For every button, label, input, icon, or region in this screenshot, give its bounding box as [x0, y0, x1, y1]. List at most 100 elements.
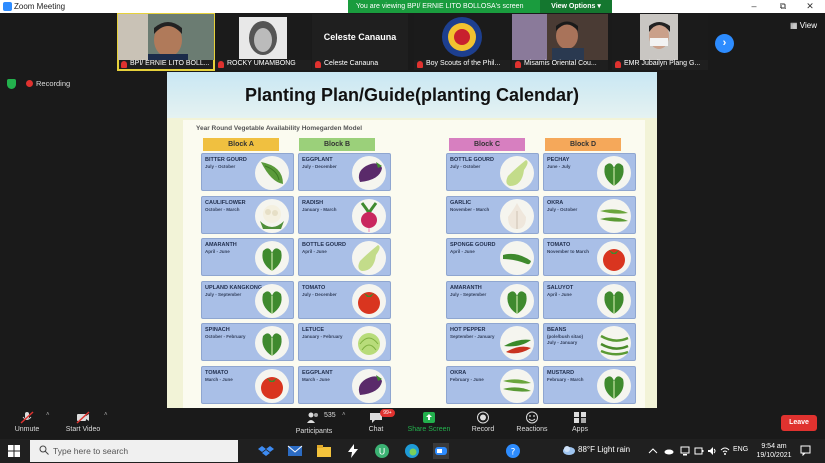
language-indicator[interactable]: ENG	[733, 446, 748, 453]
participant-tile[interactable]: BPI/ ERNIE LITO BOLL...	[117, 13, 215, 71]
minimize-icon[interactable]: –	[742, 0, 766, 13]
vegetable-picture	[500, 284, 534, 318]
chevron-up-icon[interactable]	[648, 446, 658, 456]
circle-app-icon[interactable]: U	[374, 443, 390, 459]
next-page-arrow-icon[interactable]: ›	[715, 34, 734, 53]
meeting-toolbar: Unmute ˄ Start Video ˄ 535 Participants …	[0, 408, 825, 438]
clock-time: 9:54 am	[761, 443, 787, 450]
caret-up-icon[interactable]: ˄	[104, 412, 108, 418]
slide-header: Planting Plan/Guide(planting Calendar)	[167, 72, 657, 118]
battery-icon[interactable]	[694, 446, 704, 456]
close-icon[interactable]: ✕	[798, 0, 822, 13]
tomato-icon	[603, 249, 625, 271]
planting-period: July - December	[302, 164, 337, 169]
vegetable-picture	[352, 199, 386, 233]
zoom-taskbar-icon[interactable]	[433, 443, 449, 459]
windows-start-icon[interactable]	[8, 445, 20, 457]
participant-display-name: Celeste Canauna	[323, 32, 397, 42]
share-banner-message: You are viewing BPI/ ERNIE LITO BOLLOSA'…	[356, 3, 524, 10]
eggplant-icon	[358, 375, 382, 395]
vegetable-card: SPONGE GOURD April - June	[446, 238, 539, 276]
record-button[interactable]: Record	[468, 408, 498, 438]
vegetable-picture	[255, 241, 289, 275]
bottlegourd-icon	[358, 245, 380, 271]
unmute-label: Unmute	[14, 426, 40, 433]
vegetable-picture	[597, 369, 631, 403]
slide-title: Planting Plan/Guide(planting Calendar)	[244, 85, 580, 105]
lettuce-icon	[358, 333, 380, 355]
recording-dot-icon	[26, 80, 33, 87]
leafy-icon	[262, 248, 282, 271]
radish-icon	[360, 202, 378, 232]
chat-unread-badge: 99+	[380, 409, 395, 417]
vegetable-card: BEANS (pole/bush sitao) July - January	[543, 323, 636, 361]
leafy-icon	[604, 376, 624, 399]
vegetable-name: GARLIC	[450, 200, 472, 206]
participant-tile[interactable]: EMR Jubailyn Plang G...	[612, 14, 708, 70]
view-button[interactable]: ▦ View	[790, 21, 817, 30]
search-icon	[39, 445, 49, 455]
vegetable-name: SALUYOT	[547, 285, 574, 291]
vegetable-card: BOTTLE GOURD July - October	[446, 153, 539, 191]
vegetable-picture	[255, 199, 289, 233]
vegetable-picture	[352, 284, 386, 318]
vegetable-picture	[255, 156, 289, 190]
share-screen-button[interactable]: Share Screen	[405, 408, 453, 438]
leafy-icon	[262, 333, 282, 356]
vegetable-picture	[352, 326, 386, 360]
caret-up-icon[interactable]: ˄	[46, 412, 50, 418]
view-options-button[interactable]: View Options ▾	[540, 0, 612, 13]
share-screen-label: Share Screen	[407, 426, 451, 433]
planting-period: July - January	[547, 340, 578, 345]
participant-tile[interactable]: ROCKY UMAMBONG	[215, 14, 311, 70]
security-shield-icon[interactable]	[7, 79, 16, 89]
weather-cloud-icon[interactable]	[562, 443, 576, 457]
vegetable-name: BOTTLE GOURD	[450, 157, 494, 163]
planting-period: July - September	[205, 292, 242, 297]
video-off-icon	[76, 411, 90, 424]
participant-name: EMR Jubailyn Plang G...	[624, 60, 701, 67]
vegetable-card: EGGPLANT July - December	[298, 153, 391, 191]
weather-text[interactable]: 88°F Light rain	[578, 445, 630, 454]
restore-icon[interactable]: ⧉	[771, 0, 795, 13]
vegetable-card: OKRA July - October	[543, 196, 636, 234]
chat-label: Chat	[368, 426, 384, 433]
vegetable-picture	[352, 369, 386, 403]
vegetable-name: RADISH	[302, 200, 324, 206]
zoom-logo-icon	[3, 2, 12, 11]
file-explorer-icon[interactable]	[316, 443, 332, 459]
vegetable-name: UPLAND KANGKONG	[205, 285, 263, 291]
unmute-button[interactable]: Unmute ˄	[8, 408, 50, 438]
lightning-app-icon[interactable]	[345, 443, 361, 459]
mail-icon[interactable]	[287, 443, 303, 459]
start-video-button[interactable]: Start Video ˄	[60, 408, 108, 438]
planting-period: October - March	[205, 207, 240, 212]
participant-photo	[215, 14, 311, 60]
taskbar-search-input[interactable]: Type here to search	[30, 440, 238, 462]
vegetable-card: AMARANTH April - June	[201, 238, 294, 276]
beans-icon	[600, 334, 629, 356]
notifications-icon[interactable]	[800, 445, 811, 456]
network-icon[interactable]	[680, 446, 690, 456]
planting-period: June - July	[547, 164, 571, 169]
participant-tile[interactable]: Boy Scouts of the Phil...	[414, 14, 510, 70]
apps-button[interactable]: Apps	[567, 408, 593, 438]
wifi-icon[interactable]	[720, 446, 730, 456]
volume-icon[interactable]	[707, 446, 717, 456]
caret-up-icon[interactable]: ˄	[342, 412, 346, 418]
muted-mic-icon	[20, 411, 34, 424]
participants-button[interactable]: 535 Participants ˄	[290, 408, 346, 438]
vegetable-card: CAULIFLOWER October - March	[201, 196, 294, 234]
reactions-label: Reactions	[516, 426, 548, 433]
leave-button[interactable]: Leave	[781, 415, 817, 431]
taskbar-clock[interactable]: 9:54 am 19/10/2021	[754, 442, 794, 460]
edge-icon[interactable]	[404, 443, 420, 459]
participant-tile[interactable]: Misamis Oriental Cou...	[512, 14, 608, 70]
participant-name: ROCKY UMAMBONG	[227, 60, 296, 67]
participant-tile[interactable]: Celeste Canauna Celeste Canauna	[312, 14, 408, 70]
vegetable-card: UPLAND KANGKONG July - September	[201, 281, 294, 319]
reactions-button[interactable]: Reactions	[515, 408, 549, 438]
dropbox-icon[interactable]	[258, 443, 274, 459]
onedrive-icon[interactable]	[664, 446, 674, 456]
help-icon[interactable]: ?	[505, 443, 521, 459]
